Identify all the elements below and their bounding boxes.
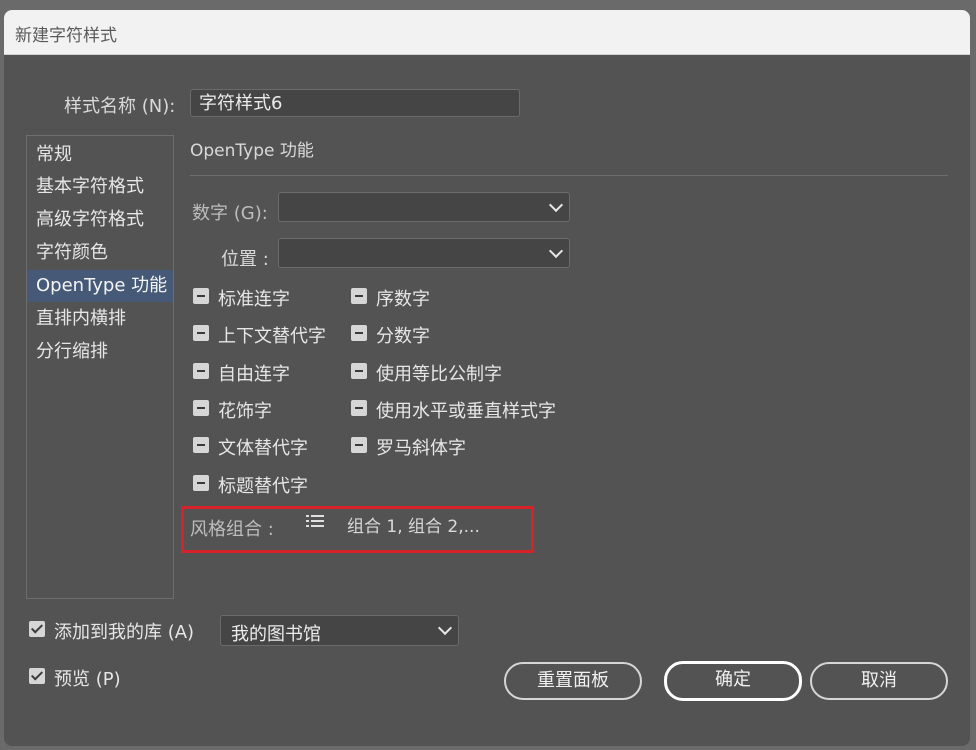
category-sidebar: 常规 基本字符格式 高级字符格式 字符颜色 OpenType 功能 直排内横排 …	[26, 135, 174, 599]
proportional-metrics-checkbox[interactable]	[351, 363, 367, 379]
numbers-select[interactable]	[278, 192, 570, 222]
standard-ligatures-label: 标准连字	[218, 289, 290, 310]
sidebar-item-character-color[interactable]: 字符颜色	[27, 237, 173, 269]
chevron-down-icon	[437, 620, 453, 636]
new-character-style-dialog: 新建字符样式 样式名称 (N): 字符样式6 常规 基本字符格式 高级字符格式 …	[4, 10, 970, 746]
sidebar-item-tate-chu-yoko[interactable]: 直排内横排	[27, 303, 173, 335]
contextual-alternates-checkbox[interactable]	[193, 325, 209, 341]
library-value: 我的图书馆	[231, 624, 321, 645]
chevron-down-icon	[548, 197, 564, 213]
sidebar-item-basic-format[interactable]: 基本字符格式	[27, 171, 173, 203]
swash-checkbox[interactable]	[193, 400, 209, 416]
chevron-down-icon	[548, 243, 564, 259]
roman-italics-label: 罗马斜体字	[376, 438, 466, 459]
cancel-button[interactable]: 取消	[810, 662, 948, 700]
dialog-title: 新建字符样式	[15, 26, 117, 46]
style-name-label: 样式名称 (N):	[64, 96, 176, 117]
section-divider	[190, 175, 948, 176]
ordinals-checkbox[interactable]	[351, 288, 367, 304]
ok-button[interactable]: 确定	[664, 661, 802, 701]
contextual-alternates-label: 上下文替代字	[218, 326, 326, 347]
horizontal-vertical-forms-checkbox[interactable]	[351, 400, 367, 416]
sidebar-item-general[interactable]: 常规	[27, 139, 173, 171]
stylistic-alternates-checkbox[interactable]	[193, 437, 209, 453]
position-label: 位置 :	[221, 249, 269, 270]
numbers-label: 数字 (G):	[192, 203, 268, 224]
style-name-input[interactable]: 字符样式6	[190, 89, 520, 117]
section-title: OpenType 功能	[190, 141, 314, 161]
position-select[interactable]	[278, 238, 570, 268]
standard-ligatures-checkbox[interactable]	[193, 288, 209, 304]
titling-alternates-label: 标题替代字	[218, 476, 308, 497]
ordinals-label: 序数字	[376, 289, 430, 310]
stylistic-alternates-label: 文体替代字	[218, 438, 308, 459]
discretionary-ligatures-label: 自由连字	[218, 364, 290, 385]
reset-panel-button[interactable]: 重置面板	[504, 662, 642, 700]
highlight-box	[181, 506, 534, 553]
library-select[interactable]: 我的图书馆	[220, 615, 459, 646]
add-to-library-label: 添加到我的库 (A)	[54, 622, 195, 643]
preview-checkbox[interactable]	[29, 668, 45, 684]
fractions-checkbox[interactable]	[351, 325, 367, 341]
discretionary-ligatures-checkbox[interactable]	[193, 363, 209, 379]
swash-label: 花饰字	[218, 401, 272, 422]
title-bar: 新建字符样式	[4, 10, 970, 55]
sidebar-item-advanced-format[interactable]: 高级字符格式	[27, 204, 173, 236]
sidebar-item-opentype[interactable]: OpenType 功能	[27, 270, 173, 302]
fractions-label: 分数字	[376, 326, 430, 347]
proportional-metrics-label: 使用等比公制字	[376, 364, 502, 385]
preview-label: 预览 (P)	[54, 669, 121, 690]
horizontal-vertical-forms-label: 使用水平或垂直样式字	[376, 401, 556, 422]
roman-italics-checkbox[interactable]	[351, 437, 367, 453]
titling-alternates-checkbox[interactable]	[193, 475, 209, 491]
add-to-library-checkbox[interactable]	[29, 621, 45, 637]
sidebar-item-warichu[interactable]: 分行缩排	[27, 336, 173, 368]
